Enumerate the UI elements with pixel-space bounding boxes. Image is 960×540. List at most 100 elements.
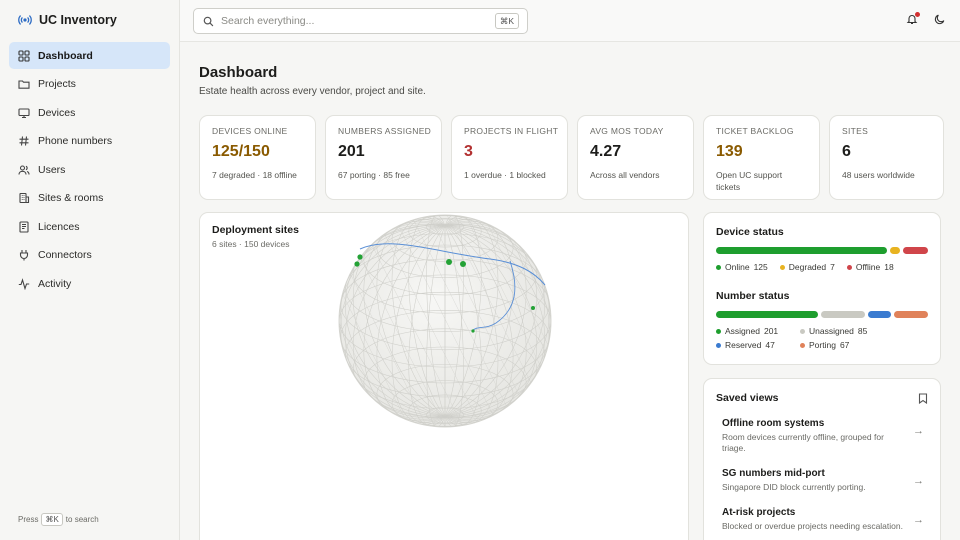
kpi-note: 7 degraded · 18 offline — [212, 170, 297, 180]
monitor-icon — [18, 107, 30, 118]
saved-views-card: Saved views Offline room systems Room de… — [703, 378, 941, 540]
status-card: Device status Online 125 Degraded 7 Offlin… — [703, 212, 941, 365]
map-header: Deployment sites 6 sites · 150 devices — [212, 224, 299, 249]
search-hint: Press ⌘K to search — [18, 513, 99, 526]
saved-view-title: At-risk projects — [722, 507, 796, 518]
search-shortcut: ⌘K — [494, 13, 519, 29]
kpi-note: 1 overdue · 1 blocked — [464, 170, 546, 180]
number-status-bar — [716, 311, 929, 318]
site-marker[interactable] — [460, 261, 466, 267]
status-segment — [903, 247, 929, 254]
kpi-label: SITES — [842, 126, 869, 136]
app-brand[interactable]: UC Inventory — [18, 13, 117, 27]
legend-value: 47 — [765, 340, 775, 350]
sidebar-item-activity[interactable]: Activity — [9, 270, 170, 297]
legend-unassigned: Unassigned 85 — [800, 326, 867, 336]
saved-view-title: Offline room systems — [722, 418, 825, 429]
sidebar-item-label: Sites & rooms — [38, 192, 104, 204]
sidebar-item-connectors[interactable]: Connectors — [9, 242, 170, 269]
site-marker[interactable] — [471, 329, 475, 333]
legend-label: Assigned — [725, 326, 760, 336]
sidebar-item-sites-rooms[interactable]: Sites & rooms — [9, 185, 170, 212]
sidebar-item-licences[interactable]: Licences — [9, 213, 170, 240]
sidebar-item-users[interactable]: Users — [9, 156, 170, 183]
search-box[interactable]: ⌘K — [193, 8, 528, 34]
legend-reserved: Reserved 47 — [716, 340, 786, 350]
app-title: UC Inventory — [39, 13, 117, 27]
theme-toggle[interactable] — [934, 13, 946, 28]
kpi-card-sites[interactable]: SITES 6 48 users worldwide — [829, 115, 944, 200]
saved-view-item[interactable]: At-risk projects Blocked or overdue proj… — [716, 507, 928, 532]
legend-online: Online 125 — [716, 262, 768, 272]
legend-label: Porting — [809, 340, 836, 350]
activity-icon — [18, 277, 30, 290]
arrow-right-icon: → — [913, 475, 924, 487]
legend-assigned: Assigned 201 — [716, 326, 786, 336]
site-marker[interactable] — [354, 261, 360, 267]
legend-porting: Porting 67 — [800, 340, 849, 350]
legend-value: 201 — [763, 326, 779, 336]
main-content: Dashboard Estate health across every ven… — [180, 42, 960, 540]
kpi-value: 4.27 — [590, 143, 622, 160]
legend-value: 125 — [753, 262, 768, 272]
notifications-button[interactable] — [906, 12, 920, 28]
status-segment — [890, 247, 901, 254]
building-icon — [19, 192, 30, 204]
device-status-title: Device status — [716, 226, 784, 238]
topbar-actions — [906, 12, 946, 28]
legend-value: 85 — [857, 326, 868, 336]
sidebar-item-devices[interactable]: Devices — [9, 99, 170, 126]
sidebar: UC Inventory Dashboard Projects Devices … — [0, 0, 180, 540]
search-input[interactable] — [221, 15, 481, 27]
kpi-label: AVG MOS TODAY — [590, 126, 664, 136]
sidebar-item-dashboard[interactable]: Dashboard — [9, 42, 170, 69]
number-status-title: Number status — [716, 290, 790, 302]
status-segment — [894, 311, 929, 318]
site-marker[interactable] — [531, 306, 535, 310]
kpi-card-numbers-assigned[interactable]: NUMBERS ASSIGNED 201 67 porting · 85 fre… — [325, 115, 442, 200]
legend-value: 67 — [839, 340, 850, 350]
kpi-card-devices-online[interactable]: DEVICES ONLINE 125/150 7 degraded · 18 o… — [199, 115, 316, 200]
legend-label: Offline — [855, 262, 881, 272]
sidebar-item-label: Dashboard — [38, 49, 93, 62]
legend-label: Reserved — [725, 340, 762, 350]
license-icon — [19, 220, 29, 233]
page-subtitle: Estate health across every vendor, proje… — [199, 86, 426, 97]
site-marker[interactable] — [357, 254, 363, 260]
sidebar-item-projects[interactable]: Projects — [9, 71, 170, 98]
legend-label: Online — [725, 262, 750, 272]
sidebar-item-phone-numbers[interactable]: Phone numbers — [9, 128, 170, 155]
kpi-label: DEVICES ONLINE — [212, 126, 288, 136]
sidebar-item-label: Users — [38, 163, 66, 176]
number-status-legend: Assigned 201 Unassigned 85 Reserved 47 Port… — [716, 326, 928, 350]
hash-icon — [19, 136, 29, 146]
bookmark-icon[interactable] — [918, 392, 928, 404]
page-title: Dashboard — [199, 64, 278, 81]
search-icon — [203, 16, 214, 26]
legend-label: Unassigned — [809, 326, 854, 336]
kpi-card-ticket-backlog[interactable]: TICKET BACKLOG 139 Open UC support ticke… — [703, 115, 820, 200]
saved-view-item[interactable]: Offline room systems Room devices curren… — [716, 418, 928, 454]
folder-icon — [18, 80, 30, 89]
shortcut-key: ⌘K — [41, 513, 63, 526]
status-segment — [716, 311, 818, 318]
site-marker[interactable] — [446, 259, 452, 265]
map-title: Deployment sites — [212, 224, 299, 236]
kpi-card-projects-in-flight[interactable]: PROJECTS IN FLIGHT 3 1 overdue · 1 block… — [451, 115, 568, 200]
sidebar-nav: Dashboard Projects Devices Phone numbers… — [9, 42, 170, 299]
saved-view-item[interactable]: SG numbers mid-port Singapore DID block … — [716, 468, 928, 493]
kpi-note: Across all vendors — [590, 170, 660, 180]
users-icon — [18, 164, 30, 175]
globe-map[interactable] — [200, 213, 690, 540]
kpi-value: 139 — [716, 143, 743, 160]
arrow-right-icon: → — [913, 514, 924, 526]
sidebar-item-label: Devices — [38, 106, 76, 119]
sidebar-item-label: Projects — [38, 78, 76, 90]
kpi-label: PROJECTS IN FLIGHT — [464, 126, 559, 136]
arrow-right-icon: → — [913, 425, 924, 437]
kpi-note: Open UC support tickets — [716, 170, 783, 192]
search-hint-text: to search — [65, 515, 99, 524]
kpi-value: 201 — [338, 143, 365, 160]
legend-value: 7 — [830, 262, 835, 272]
kpi-card-avg-mos[interactable]: AVG MOS TODAY 4.27 Across all vendors — [577, 115, 694, 200]
